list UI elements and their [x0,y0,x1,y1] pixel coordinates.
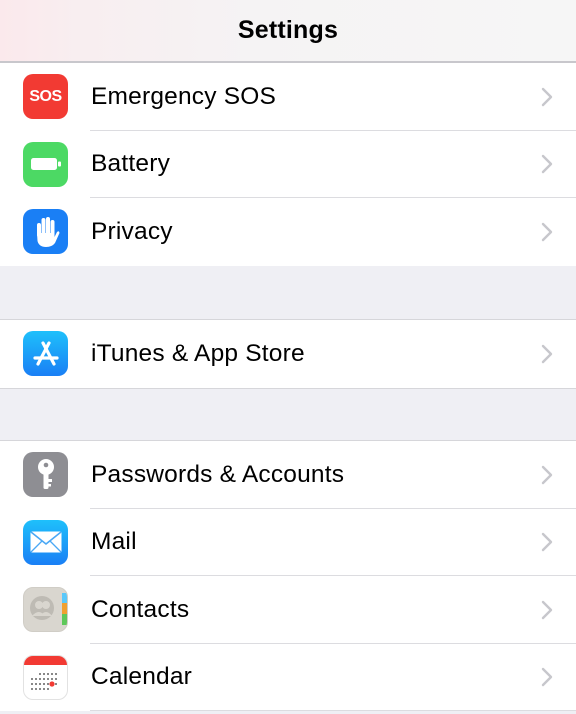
settings-row-calendar[interactable]: Calendar [0,644,576,711]
calendar-icon [23,654,68,700]
chevron-right-icon [541,155,553,174]
chevron-right-icon [541,533,553,552]
row-label: Mail [91,528,137,556]
settings-row-passwords-accounts[interactable]: Passwords & Accounts [0,441,576,509]
settings-group-1: SOS Emergency SOS Battery Privacy [0,63,576,266]
row-label: Calendar [91,663,193,691]
hand-icon [23,209,68,255]
settings-row-privacy[interactable]: Privacy [0,198,576,266]
chevron-right-icon [541,600,553,619]
chevron-right-icon [541,222,553,241]
row-label: Emergency SOS [91,82,277,110]
row-label: Contacts [91,595,190,623]
settings-row-itunes-app-store[interactable]: iTunes & App Store [0,320,576,388]
chevron-right-icon [541,668,553,687]
settings-row-emergency-sos[interactable]: SOS Emergency SOS [0,63,576,131]
envelope-icon [23,519,68,565]
battery-icon [23,141,68,187]
row-label: Battery [91,150,171,178]
settings-group-2: iTunes & App Store [0,319,576,389]
app-store-icon [23,331,68,377]
settings-row-contacts[interactable]: Contacts [0,576,576,644]
contacts-icon [23,587,68,633]
settings-row-mail[interactable]: Mail [0,509,576,576]
chevron-right-icon [541,465,553,484]
row-label: Passwords & Accounts [91,460,345,488]
sos-icon: SOS [23,74,68,120]
chevron-right-icon [541,87,553,106]
chevron-right-icon [541,344,553,363]
row-label: Privacy [91,217,173,245]
settings-row-battery[interactable]: Battery [0,131,576,198]
row-divider [90,710,576,711]
settings-group-3: Passwords & Accounts Mail Contacts Calen… [0,440,576,711]
page-title: Settings [237,16,339,44]
navigation-bar: Settings [0,0,576,63]
key-icon [23,452,68,498]
row-label: iTunes & App Store [91,339,305,367]
